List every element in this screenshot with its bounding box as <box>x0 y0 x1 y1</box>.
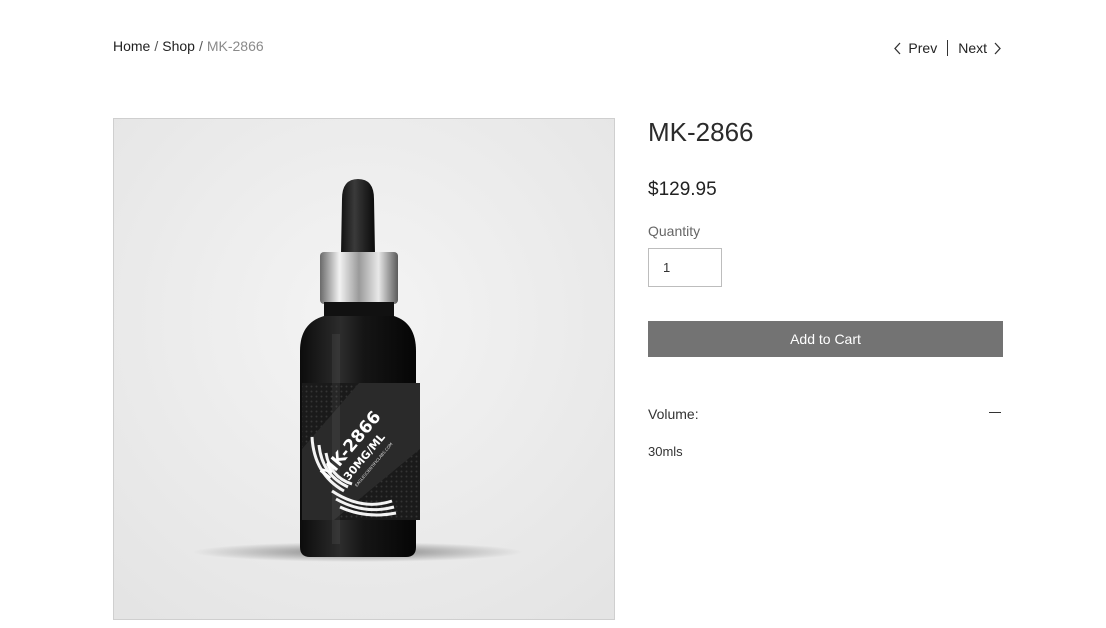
dropper-bottle-image: MK-2866 30MG/ML EAGLESCIENTIFICLABS.COM <box>114 119 614 619</box>
next-label: Next <box>958 40 987 56</box>
breadcrumb-current: MK-2866 <box>206 38 264 54</box>
add-to-cart-button[interactable]: Add to Cart <box>648 321 1003 357</box>
breadcrumb-separator: / <box>154 38 159 54</box>
breadcrumb-home-link[interactable]: Home <box>113 38 150 54</box>
breadcrumb: Home / Shop / MK-2866 <box>113 38 264 54</box>
quantity-input[interactable] <box>648 248 722 287</box>
pager-divider <box>947 40 949 56</box>
product-pager: Prev Next <box>893 40 1002 56</box>
breadcrumb-shop-link[interactable]: Shop <box>162 38 195 54</box>
chevron-right-icon <box>994 42 1001 54</box>
product-image[interactable]: MK-2866 30MG/ML EAGLESCIENTIFICLABS.COM <box>113 118 615 620</box>
product-title: MK-2866 <box>648 117 754 147</box>
chevron-left-icon <box>894 42 901 54</box>
minus-icon[interactable] <box>989 412 1001 413</box>
breadcrumb-separator: / <box>198 38 203 54</box>
prev-link[interactable]: Prev <box>893 40 937 56</box>
product-price: $129.95 <box>648 179 717 200</box>
quantity-label: Quantity <box>648 223 701 239</box>
info-section-body: 30mls <box>648 444 683 459</box>
next-link[interactable]: Next <box>958 40 1002 56</box>
info-section-title[interactable]: Volume: <box>648 406 699 422</box>
prev-label: Prev <box>908 40 938 56</box>
